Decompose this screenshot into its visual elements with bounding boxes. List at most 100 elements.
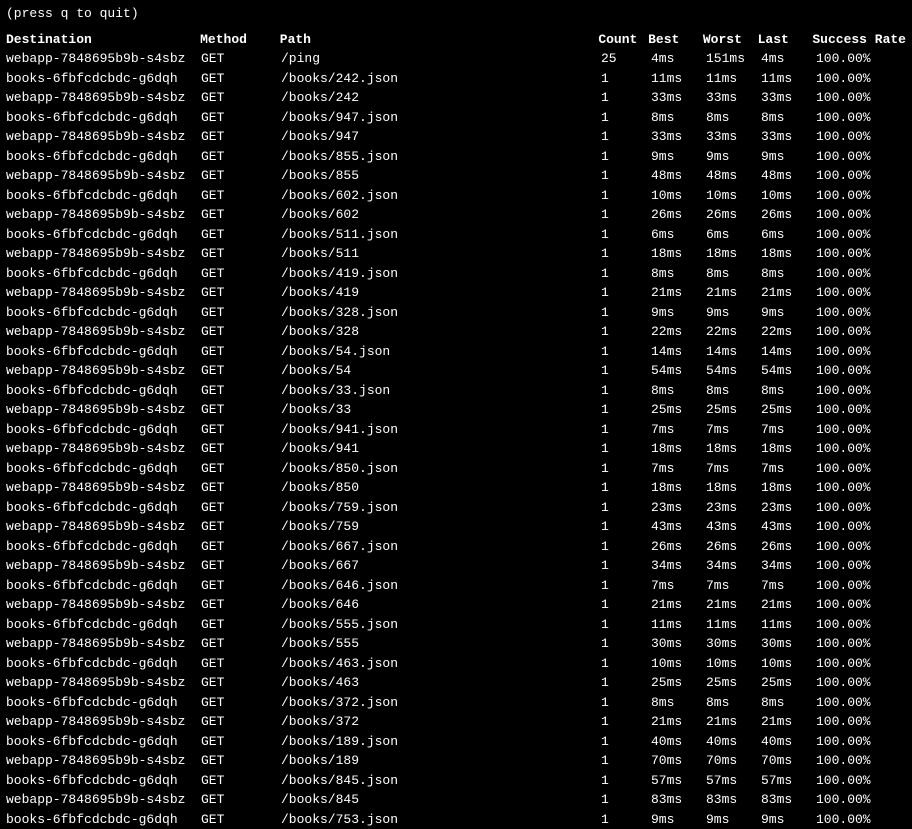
cell-path: /books/555 bbox=[281, 634, 601, 654]
cell-path: /books/463 bbox=[281, 673, 601, 693]
cell-last: 54ms bbox=[761, 361, 816, 381]
cell-path: /books/753.json bbox=[281, 810, 601, 829]
cell-path: /books/328 bbox=[281, 322, 601, 342]
table-row: books-6fbfcdcbdc-g6dqhGET/books/242.json… bbox=[6, 69, 906, 89]
cell-best: 7ms bbox=[651, 420, 706, 440]
cell-best: 34ms bbox=[651, 556, 706, 576]
cell-last: 21ms bbox=[761, 712, 816, 732]
cell-count: 1 bbox=[601, 108, 651, 128]
cell-last: 7ms bbox=[761, 420, 816, 440]
cell-destination: webapp-7848695b9b-s4sbz bbox=[6, 361, 201, 381]
cell-count: 1 bbox=[601, 576, 651, 596]
table-row: books-6fbfcdcbdc-g6dqhGET/books/845.json… bbox=[6, 771, 906, 791]
cell-last: 48ms bbox=[761, 166, 816, 186]
cell-success-rate: 100.00% bbox=[816, 498, 906, 518]
cell-best: 25ms bbox=[651, 673, 706, 693]
cell-success-rate: 100.00% bbox=[816, 615, 906, 635]
cell-best: 26ms bbox=[651, 205, 706, 225]
cell-count: 1 bbox=[601, 615, 651, 635]
cell-success-rate: 100.00% bbox=[816, 595, 906, 615]
cell-worst: 151ms bbox=[706, 49, 761, 69]
cell-last: 4ms bbox=[761, 49, 816, 69]
cell-path: /books/646 bbox=[281, 595, 601, 615]
cell-worst: 54ms bbox=[706, 361, 761, 381]
cell-path: /books/242.json bbox=[281, 69, 601, 89]
cell-success-rate: 100.00% bbox=[816, 322, 906, 342]
cell-destination: books-6fbfcdcbdc-g6dqh bbox=[6, 147, 201, 167]
col-header-path: Path bbox=[280, 30, 599, 50]
cell-path: /books/667.json bbox=[281, 537, 601, 557]
cell-worst: 10ms bbox=[706, 654, 761, 674]
cell-destination: books-6fbfcdcbdc-g6dqh bbox=[6, 264, 201, 284]
cell-worst: 18ms bbox=[706, 244, 761, 264]
cell-path: /books/463.json bbox=[281, 654, 601, 674]
cell-success-rate: 100.00% bbox=[816, 147, 906, 167]
cell-count: 1 bbox=[601, 88, 651, 108]
cell-worst: 14ms bbox=[706, 342, 761, 362]
cell-count: 1 bbox=[601, 459, 651, 479]
cell-success-rate: 100.00% bbox=[816, 459, 906, 479]
cell-best: 14ms bbox=[651, 342, 706, 362]
cell-last: 6ms bbox=[761, 225, 816, 245]
cell-method: GET bbox=[201, 556, 281, 576]
cell-path: /books/646.json bbox=[281, 576, 601, 596]
cell-method: GET bbox=[201, 166, 281, 186]
cell-count: 1 bbox=[601, 303, 651, 323]
cell-destination: webapp-7848695b9b-s4sbz bbox=[6, 127, 201, 147]
cell-worst: 18ms bbox=[706, 478, 761, 498]
cell-method: GET bbox=[201, 459, 281, 479]
cell-best: 10ms bbox=[651, 186, 706, 206]
cell-destination: webapp-7848695b9b-s4sbz bbox=[6, 712, 201, 732]
cell-count: 1 bbox=[601, 205, 651, 225]
cell-success-rate: 100.00% bbox=[816, 517, 906, 537]
table-row: webapp-7848695b9b-s4sbzGET/books/850118m… bbox=[6, 478, 906, 498]
cell-success-rate: 100.00% bbox=[816, 88, 906, 108]
cell-last: 11ms bbox=[761, 69, 816, 89]
table-row: webapp-7848695b9b-s4sbzGET/books/947133m… bbox=[6, 127, 906, 147]
cell-path: /books/850.json bbox=[281, 459, 601, 479]
cell-destination: books-6fbfcdcbdc-g6dqh bbox=[6, 459, 201, 479]
table-row: webapp-7848695b9b-s4sbzGET/books/759143m… bbox=[6, 517, 906, 537]
cell-worst: 8ms bbox=[706, 381, 761, 401]
cell-last: 9ms bbox=[761, 147, 816, 167]
cell-success-rate: 100.00% bbox=[816, 166, 906, 186]
cell-last: 8ms bbox=[761, 693, 816, 713]
cell-worst: 9ms bbox=[706, 303, 761, 323]
cell-method: GET bbox=[201, 381, 281, 401]
cell-worst: 26ms bbox=[706, 205, 761, 225]
cell-method: GET bbox=[201, 537, 281, 557]
cell-last: 83ms bbox=[761, 790, 816, 810]
cell-worst: 83ms bbox=[706, 790, 761, 810]
table-row: webapp-7848695b9b-s4sbzGET/books/845183m… bbox=[6, 790, 906, 810]
cell-last: 26ms bbox=[761, 205, 816, 225]
cell-count: 1 bbox=[601, 400, 651, 420]
cell-last: 23ms bbox=[761, 498, 816, 518]
cell-method: GET bbox=[201, 283, 281, 303]
table-row: books-6fbfcdcbdc-g6dqhGET/books/54.json1… bbox=[6, 342, 906, 362]
cell-success-rate: 100.00% bbox=[816, 634, 906, 654]
cell-last: 25ms bbox=[761, 400, 816, 420]
cell-success-rate: 100.00% bbox=[816, 127, 906, 147]
cell-best: 83ms bbox=[651, 790, 706, 810]
cell-method: GET bbox=[201, 790, 281, 810]
cell-method: GET bbox=[201, 478, 281, 498]
cell-count: 25 bbox=[601, 49, 651, 69]
cell-last: 43ms bbox=[761, 517, 816, 537]
cell-best: 9ms bbox=[651, 147, 706, 167]
cell-path: /books/555.json bbox=[281, 615, 601, 635]
cell-method: GET bbox=[201, 576, 281, 596]
cell-last: 18ms bbox=[761, 244, 816, 264]
table-row: webapp-7848695b9b-s4sbzGET/books/646121m… bbox=[6, 595, 906, 615]
cell-best: 21ms bbox=[651, 283, 706, 303]
cell-last: 22ms bbox=[761, 322, 816, 342]
cell-path: /books/667 bbox=[281, 556, 601, 576]
cell-method: GET bbox=[201, 361, 281, 381]
table-row: webapp-7848695b9b-s4sbzGET/books/372121m… bbox=[6, 712, 906, 732]
cell-destination: books-6fbfcdcbdc-g6dqh bbox=[6, 108, 201, 128]
table-row: books-6fbfcdcbdc-g6dqhGET/books/511.json… bbox=[6, 225, 906, 245]
table-row: webapp-7848695b9b-s4sbzGET/ping254ms151m… bbox=[6, 49, 906, 69]
cell-path: /books/189.json bbox=[281, 732, 601, 752]
cell-last: 10ms bbox=[761, 186, 816, 206]
cell-success-rate: 100.00% bbox=[816, 673, 906, 693]
cell-count: 1 bbox=[601, 634, 651, 654]
